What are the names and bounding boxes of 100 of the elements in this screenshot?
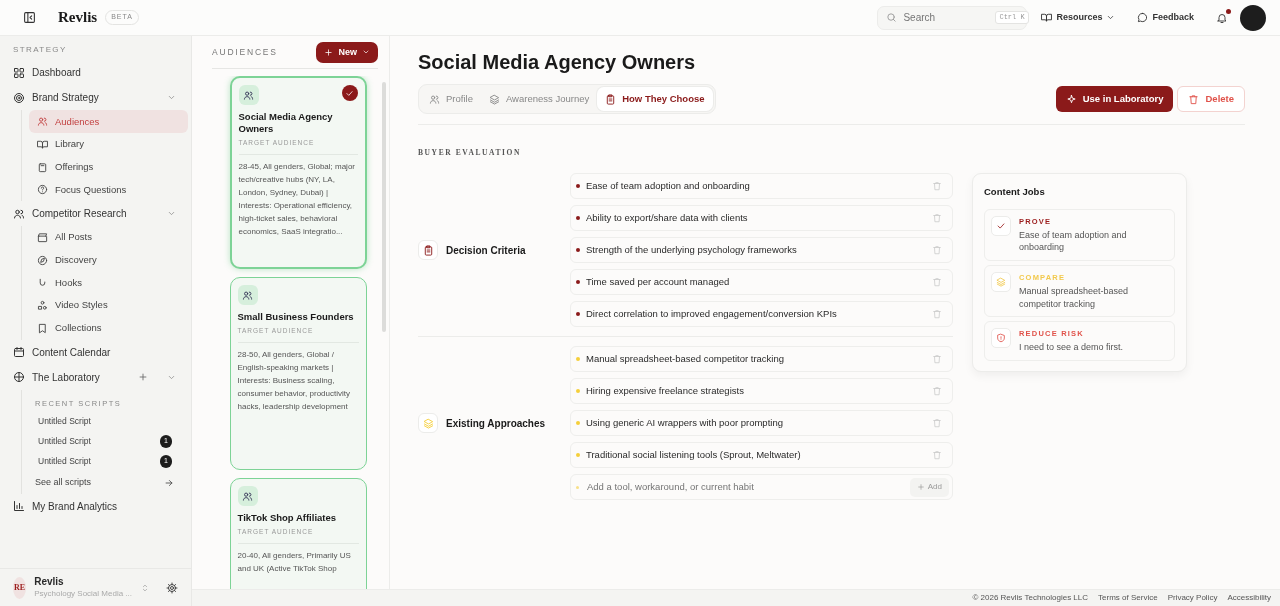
item-text: Traditional social listening tools (Sprout, Meltwater) (586, 448, 802, 463)
use-in-laboratory-button[interactable]: Use in Laboratory (1055, 86, 1174, 113)
plus-icon (324, 47, 334, 57)
user-avatar[interactable] (1240, 4, 1266, 31)
globe-icon (13, 371, 25, 384)
item-text: Direct correlation to improved engagement/conversion KPIs (586, 307, 838, 322)
plus-icon (138, 372, 148, 383)
people-icon (238, 85, 259, 106)
sidebar-item[interactable]: Discovery (29, 248, 188, 272)
account-initials: RE (13, 576, 27, 599)
footer-link[interactable]: Terms of Service (1098, 592, 1158, 605)
sidebar-item[interactable]: Collections (29, 316, 188, 340)
account-switcher[interactable] (140, 582, 150, 593)
footer-link[interactable]: Accessibility (1227, 592, 1271, 605)
item-text: Ability to export/share data with clients (586, 211, 749, 226)
sidebar-item[interactable]: All Posts (29, 226, 188, 249)
tab[interactable]: How They Choose (597, 87, 713, 112)
calendar-icon (13, 346, 25, 359)
people-icon (237, 285, 258, 306)
bell-icon (1216, 11, 1228, 24)
check-icon (991, 215, 1011, 236)
delete-item-button[interactable] (932, 277, 942, 288)
bookmark-icon (37, 322, 48, 334)
clipboard-icon (418, 240, 438, 261)
notifications-button[interactable] (1216, 11, 1228, 24)
new-script-button[interactable] (138, 372, 148, 383)
feedback-button[interactable]: Feedback (1137, 10, 1194, 25)
book-icon (37, 138, 48, 150)
box-icon (37, 161, 48, 173)
sidebar-item[interactable]: My Brand Analytics (0, 493, 191, 519)
sidebar-item[interactable]: Content Calendar (0, 339, 191, 365)
section-label: STRATEGY (13, 45, 67, 55)
account-name: Revlis (34, 576, 65, 587)
audience-description: 20-40, All genders, Primarily US and UK (Active TikTok Shop (237, 550, 352, 576)
delete-item-button[interactable] (932, 354, 942, 365)
hook-icon (37, 277, 48, 289)
plus-icon (916, 483, 925, 492)
audience-description: 28-45, All genders, Global; major tech/creative hubs (NY, LA, London, Sydney, Dubai) | Interests: Operational efficiency, high-ticket sales, behavioral economics, SaaS integratio... (238, 161, 356, 239)
sidebar-item[interactable]: Video Styles (29, 294, 188, 317)
page-title: Social Media Agency Owners (418, 50, 697, 75)
item-text: Time saved per account managed (586, 275, 731, 290)
see-all-scripts-link[interactable]: See all scripts (22, 471, 178, 494)
new-audience-button[interactable]: New (316, 41, 378, 63)
sidebar-group-label: The Laboratory (32, 370, 100, 385)
target-icon (13, 91, 25, 104)
audience-name: Social Media Agency Owners (238, 111, 334, 136)
delete-item-button[interactable] (932, 450, 942, 461)
sidebar-item[interactable]: Offerings (29, 155, 188, 179)
tab[interactable]: Profile (421, 87, 481, 112)
layers-icon (418, 413, 438, 434)
layers-icon (488, 93, 500, 105)
account-subtitle: Psychology Social Media ... (34, 589, 132, 598)
group-title: Existing Approaches (446, 416, 546, 431)
audience-name: Small Business Founders (237, 311, 355, 324)
item-text: Manual spreadsheet-based competitor tracking (586, 352, 786, 367)
sidebar-item[interactable]: Audiences (29, 110, 188, 134)
people-icon (13, 207, 25, 220)
sparkle-icon (1065, 93, 1077, 105)
sidebar-toggle-button[interactable] (23, 11, 36, 25)
sidebar-group-label: Competitor Research (32, 207, 127, 222)
sidebar-item[interactable]: Dashboard (0, 60, 191, 86)
job-text: Manual spreadsheet-based competitor tracking (1019, 285, 1130, 311)
sidebar-item[interactable]: Hooks (29, 271, 188, 295)
shield-icon (991, 328, 1011, 349)
sidebar-toggle-icon (23, 11, 36, 25)
shapes-icon (37, 300, 48, 312)
footer-link[interactable]: Privacy Policy (1167, 592, 1218, 605)
panel-title: AUDIENCES (212, 46, 278, 59)
audience-name: TikTok Shop Affiliates (237, 512, 338, 525)
delete-button[interactable]: Delete (1177, 86, 1245, 113)
item-text: Strength of the underlying psychology frameworks (586, 243, 798, 258)
settings-button[interactable] (166, 581, 178, 594)
delete-item-button[interactable] (932, 309, 942, 320)
people-icon (37, 116, 48, 128)
delete-item-button[interactable] (932, 418, 942, 429)
copyright-text: © 2026 Revlis Technologies LLC (972, 592, 1089, 605)
job-text: Ease of team adoption and onboarding (1019, 228, 1128, 254)
trash-icon (1188, 93, 1200, 105)
item-text: Hiring expensive freelance strategists (586, 384, 745, 399)
resources-menu[interactable]: Resources (1041, 10, 1116, 25)
delete-item-button[interactable] (932, 213, 942, 224)
tab[interactable]: Awareness Journey (480, 87, 598, 112)
add-item-field[interactable]: Add a tool, workaround, or current habit (585, 479, 904, 496)
compass-icon (37, 254, 48, 266)
scrollbar-thumb[interactable] (382, 82, 386, 333)
delete-item-button[interactable] (932, 181, 942, 192)
sidebar-item[interactable]: Library (29, 133, 188, 156)
sidebar-item[interactable]: Focus Questions (29, 178, 188, 202)
search-field[interactable]: Search (901, 9, 992, 27)
delete-item-button[interactable] (932, 386, 942, 397)
delete-item-button[interactable] (932, 245, 942, 256)
settings-icon (166, 581, 178, 594)
audience-card[interactable] (229, 76, 367, 270)
question-icon (37, 184, 48, 196)
search-icon (886, 12, 898, 24)
arrow-right-icon (164, 477, 174, 488)
clapperboard-icon (37, 232, 48, 244)
selected-check-icon (341, 85, 358, 102)
clipboard-icon (605, 93, 617, 105)
script-item[interactable]: Untitled Script (22, 411, 178, 432)
